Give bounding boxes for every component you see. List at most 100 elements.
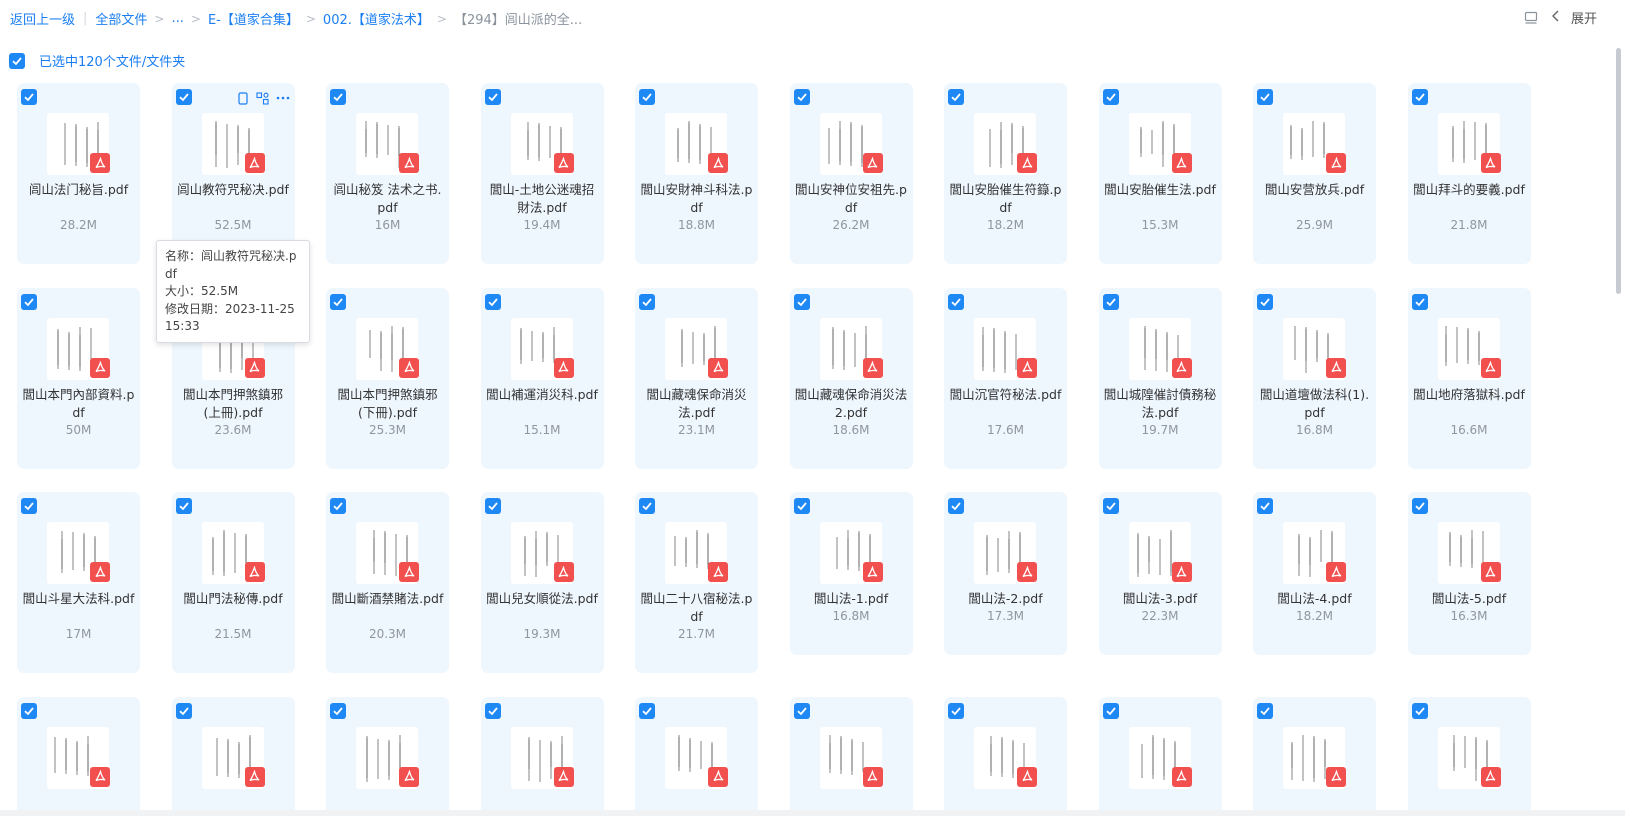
file-name[interactable]: 閭山法-4.pdf xyxy=(1257,590,1372,608)
file-name[interactable]: 閭山法-2.pdf xyxy=(948,590,1063,608)
breadcrumb-all-files[interactable]: 全部文件 xyxy=(95,9,147,28)
file-name[interactable]: 闾山秘笈 法术之书.pdf xyxy=(330,181,445,217)
file-checkbox[interactable] xyxy=(175,89,192,105)
file-card[interactable]: 闾山法门秘旨.pdf 28.2M xyxy=(17,83,140,264)
file-checkbox[interactable] xyxy=(1411,702,1428,719)
file-checkbox[interactable] xyxy=(175,498,192,514)
breadcrumb-ellipsis[interactable]: ... xyxy=(171,11,183,26)
file-card[interactable]: 閭山法-1.pdf 16.8M xyxy=(789,492,913,655)
file-card[interactable]: 閭山道壇做法科(1).pdf 16.8M xyxy=(1253,287,1376,469)
file-card[interactable]: 閭山安財神斗科法.pdf 18.8M xyxy=(635,83,758,264)
file-name[interactable]: 閭山沉官符秘法.pdf xyxy=(948,386,1063,404)
file-checkbox[interactable] xyxy=(948,293,964,310)
file-card[interactable] xyxy=(635,696,758,816)
file-checkbox[interactable] xyxy=(1411,498,1428,514)
file-card[interactable] xyxy=(1253,696,1376,816)
file-checkbox[interactable] xyxy=(1257,498,1273,514)
file-card[interactable] xyxy=(1407,696,1531,816)
file-checkbox[interactable] xyxy=(793,498,810,514)
file-card[interactable]: 閭山沉官符秘法.pdf 17.6M xyxy=(944,287,1067,469)
file-checkbox[interactable] xyxy=(175,702,192,719)
file-card[interactable]: 閭山法-3.pdf 22.3M xyxy=(1098,492,1222,655)
file-card[interactable] xyxy=(944,696,1067,816)
file-name[interactable]: 閭山安胎催生法.pdf xyxy=(1103,181,1218,199)
file-card[interactable]: 閭山補運消災科.pdf 15.1M xyxy=(480,287,604,469)
file-name[interactable]: 閭山-土地公迷魂招財法.pdf xyxy=(485,181,600,217)
file-card[interactable]: 閭山地府落獄科.pdf 16.6M xyxy=(1407,287,1531,469)
file-name[interactable]: 閭山道壇做法科(1).pdf xyxy=(1257,386,1372,422)
file-card[interactable]: 闾山教符咒秘决.pdf 52.5M xyxy=(171,83,295,264)
file-checkbox[interactable] xyxy=(1411,293,1428,310)
file-checkbox[interactable] xyxy=(639,702,655,719)
file-checkbox[interactable] xyxy=(484,293,501,310)
file-checkbox[interactable] xyxy=(1411,89,1428,105)
file-name[interactable]: 閭山門法秘傳.pdf xyxy=(176,590,291,608)
file-checkbox[interactable] xyxy=(639,293,655,310)
file-card[interactable]: 閭山藏魂保命消災法.pdf 23.1M xyxy=(635,287,758,469)
file-checkbox[interactable] xyxy=(948,89,964,105)
file-card[interactable]: 閭山安神位安祖先.pdf 26.2M xyxy=(789,83,913,264)
more-icon[interactable] xyxy=(276,91,290,105)
file-name[interactable]: 閭山二十八宿秘法.pdf xyxy=(639,590,754,626)
file-name[interactable]: 閭山安营放兵.pdf xyxy=(1257,181,1372,199)
file-name[interactable]: 閭山藏魂保命消災法2.pdf xyxy=(794,386,909,422)
file-name[interactable]: 閭山地府落獄科.pdf xyxy=(1412,386,1527,404)
file-card[interactable]: 閭山法-4.pdf 18.2M xyxy=(1253,492,1376,655)
file-checkbox[interactable] xyxy=(21,498,37,514)
file-card[interactable]: 閭山法-5.pdf 16.3M xyxy=(1407,492,1531,655)
file-checkbox[interactable] xyxy=(948,702,964,719)
file-card[interactable]: 閭山本門押煞鎮邪(下冊).pdf 25.3M xyxy=(326,287,449,469)
file-card[interactable]: 閭山斗星大法科.pdf 17M xyxy=(17,492,140,673)
file-checkbox[interactable] xyxy=(484,702,501,719)
breadcrumb-level2[interactable]: 002.【道家法术】 xyxy=(323,9,430,28)
file-card[interactable]: 閭山拜斗的要義.pdf 21.8M xyxy=(1407,83,1531,264)
horizontal-scrollbar[interactable] xyxy=(0,810,1625,816)
file-checkbox[interactable] xyxy=(21,89,37,105)
file-checkbox[interactable] xyxy=(793,89,810,105)
file-checkbox[interactable] xyxy=(484,498,501,514)
file-card[interactable]: 閭山安胎催生法.pdf 15.3M xyxy=(1098,83,1222,264)
file-name[interactable]: 閭山藏魂保命消災法.pdf xyxy=(639,386,754,422)
layout-toggle-icon[interactable] xyxy=(1523,10,1539,26)
file-checkbox[interactable] xyxy=(1102,498,1119,514)
file-name[interactable]: 閭山兒女順從法.pdf xyxy=(485,590,600,608)
breadcrumb-level1[interactable]: E-【道家合集】 xyxy=(208,9,299,28)
file-name[interactable]: 閭山法-5.pdf xyxy=(1412,590,1527,608)
file-checkbox[interactable] xyxy=(1257,702,1273,719)
file-card[interactable] xyxy=(17,696,140,816)
file-name[interactable]: 閭山法-3.pdf xyxy=(1103,590,1218,608)
file-checkbox[interactable] xyxy=(793,293,810,310)
file-name[interactable]: 閭山安財神斗科法.pdf xyxy=(639,181,754,217)
file-checkbox[interactable] xyxy=(330,89,346,105)
file-checkbox[interactable] xyxy=(1102,89,1119,105)
file-checkbox[interactable] xyxy=(330,498,346,514)
file-card[interactable]: 閭山門法秘傳.pdf 21.5M xyxy=(171,492,295,673)
file-card[interactable]: 閭山兒女順從法.pdf 19.3M xyxy=(480,492,604,673)
file-checkbox[interactable] xyxy=(1102,702,1119,719)
vertical-scrollbar[interactable] xyxy=(1616,48,1621,294)
select-all-checkbox[interactable] xyxy=(9,52,25,69)
file-name[interactable]: 閭山拜斗的要義.pdf xyxy=(1412,181,1527,199)
file-card[interactable]: 閭山本門內部資料.pdf 50M xyxy=(17,287,140,469)
file-card[interactable]: 閭山法-2.pdf 17.3M xyxy=(944,492,1067,655)
back-link[interactable]: 返回上一级 xyxy=(10,9,75,28)
file-name[interactable]: 閭山補運消災科.pdf xyxy=(485,386,600,404)
file-name[interactable]: 閭山本門押煞鎮邪(上冊).pdf xyxy=(176,386,291,422)
file-card[interactable] xyxy=(1098,696,1222,816)
file-name[interactable]: 閭山斗星大法科.pdf xyxy=(21,590,136,608)
file-card[interactable] xyxy=(326,696,449,816)
file-card[interactable]: 閭山城隍催討債務秘法.pdf 19.7M xyxy=(1098,287,1222,469)
file-name[interactable]: 閭山斷酒禁賭法.pdf xyxy=(330,590,445,608)
file-checkbox[interactable] xyxy=(639,498,655,514)
expand-button[interactable]: 展开 xyxy=(1551,8,1597,27)
file-checkbox[interactable] xyxy=(21,293,37,310)
file-card[interactable] xyxy=(789,696,913,816)
file-card[interactable]: 閭山二十八宿秘法.pdf 21.7M xyxy=(635,492,758,673)
file-name[interactable]: 闾山法门秘旨.pdf xyxy=(21,181,136,199)
mobile-icon[interactable] xyxy=(236,91,250,105)
file-name[interactable]: 闾山教符咒秘决.pdf xyxy=(176,181,291,199)
file-checkbox[interactable] xyxy=(1102,293,1119,310)
share-icon[interactable] xyxy=(256,91,270,105)
file-checkbox[interactable] xyxy=(639,89,655,105)
file-name[interactable]: 閭山本門押煞鎮邪(下冊).pdf xyxy=(330,386,445,422)
